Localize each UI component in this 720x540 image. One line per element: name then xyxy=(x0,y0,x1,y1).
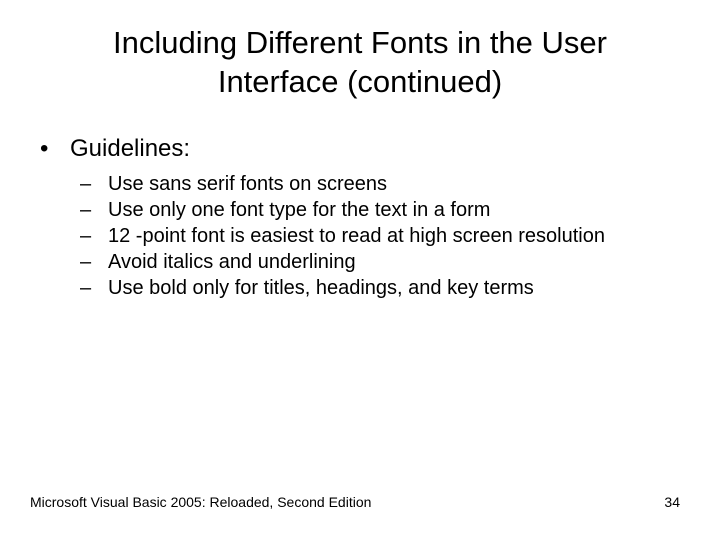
slide-title: Including Different Fonts in the User In… xyxy=(60,24,660,102)
footer-text: Microsoft Visual Basic 2005: Reloaded, S… xyxy=(30,494,371,510)
dash-icon: – xyxy=(80,223,108,249)
dash-icon: – xyxy=(80,249,108,275)
slide-content: •Guidelines: – Use sans serif fonts on s… xyxy=(30,132,690,302)
page-number: 34 xyxy=(664,494,680,510)
list-item: – 12 -point font is easiest to read at h… xyxy=(80,223,690,249)
dash-icon: – xyxy=(80,171,108,197)
list-item: – Avoid italics and underlining xyxy=(80,249,690,275)
bullet-level1-text: Guidelines: xyxy=(70,135,190,162)
list-item-text: 12 -point font is easiest to read at hig… xyxy=(108,223,605,249)
list-item: – Use only one font type for the text in… xyxy=(80,197,690,223)
list-item: – Use bold only for titles, headings, an… xyxy=(80,275,690,301)
bullet-level1: •Guidelines: xyxy=(40,132,690,166)
bullet-dot-icon: • xyxy=(40,132,70,166)
sub-bullet-list: – Use sans serif fonts on screens – Use … xyxy=(40,171,690,301)
dash-icon: – xyxy=(80,197,108,223)
list-item-text: Avoid italics and underlining xyxy=(108,249,356,275)
list-item: – Use sans serif fonts on screens xyxy=(80,171,690,197)
list-item-text: Use sans serif fonts on screens xyxy=(108,171,387,197)
dash-icon: – xyxy=(80,275,108,301)
list-item-text: Use only one font type for the text in a… xyxy=(108,197,490,223)
slide: Including Different Fonts in the User In… xyxy=(0,0,720,540)
list-item-text: Use bold only for titles, headings, and … xyxy=(108,275,534,301)
